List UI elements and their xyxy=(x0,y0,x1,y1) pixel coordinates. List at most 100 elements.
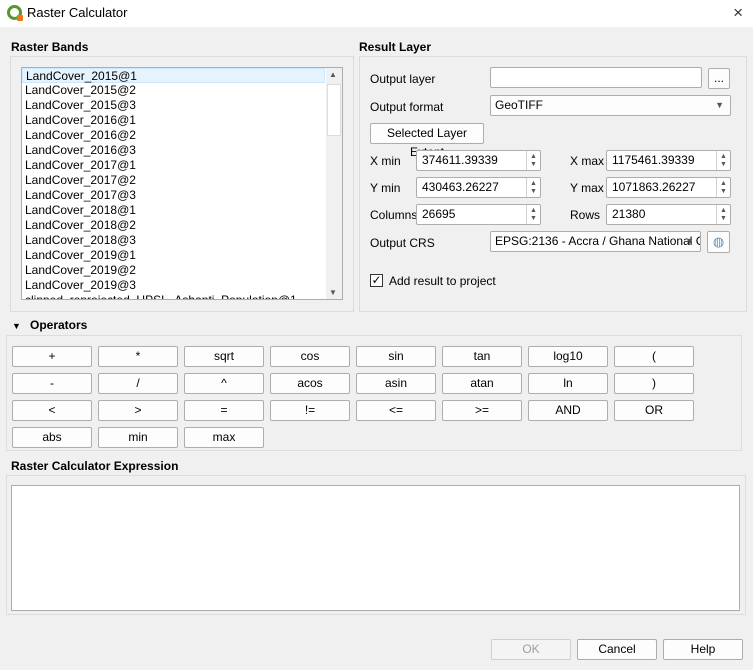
operator-button[interactable]: OR xyxy=(614,400,694,421)
crs-selector-globe-icon[interactable]: ◍ xyxy=(707,231,730,253)
operators-heading: Operators xyxy=(30,318,88,332)
band-list-item[interactable]: LandCover_2015@2 xyxy=(22,83,342,98)
band-list-item[interactable]: LandCover_2015@3 xyxy=(22,98,342,113)
operator-button[interactable]: ln xyxy=(528,373,608,394)
operator-button[interactable]: acos xyxy=(270,373,350,394)
selected-layer-extent-button[interactable]: Selected Layer Extent xyxy=(370,123,484,159)
list-scrollbar[interactable]: ▲ ▼ xyxy=(326,68,342,299)
columns-spinbox[interactable]: 26695 ▲ ▼ xyxy=(416,204,541,225)
spin-arrows-icon[interactable]: ▲ ▼ xyxy=(526,178,540,197)
ymin-label: Y min xyxy=(370,181,401,195)
rows-spinbox[interactable]: 21380 ▲ ▼ xyxy=(606,204,731,225)
xmax-label: X max xyxy=(570,154,605,168)
add-result-label: Add result to project xyxy=(389,274,496,288)
add-result-checkbox[interactable]: ✓ xyxy=(370,274,383,287)
operator-button[interactable]: != xyxy=(270,400,350,421)
band-list-item[interactable]: LandCover_2018@1 xyxy=(22,203,342,218)
output-format-select[interactable]: GeoTIFF ▼ xyxy=(490,95,731,116)
xmin-label: X min xyxy=(370,154,401,168)
close-icon[interactable]: × xyxy=(733,3,743,23)
columns-label: Columns xyxy=(370,208,418,222)
xmin-spinbox[interactable]: 374611.39339 ▲ ▼ xyxy=(416,150,541,171)
operator-button[interactable]: <= xyxy=(356,400,436,421)
ymax-label: Y max xyxy=(570,181,604,195)
operator-button[interactable]: / xyxy=(98,373,178,394)
operator-button[interactable]: < xyxy=(12,400,92,421)
operator-button[interactable]: log10 xyxy=(528,346,608,367)
band-list-item[interactable]: LandCover_2017@1 xyxy=(22,158,342,173)
band-list-item[interactable]: LandCover_2015@1 xyxy=(22,68,325,83)
help-button[interactable]: Help xyxy=(663,639,743,660)
output-crs-select[interactable]: EPSG:2136 - Accra / Ghana National Gr ▼ xyxy=(490,231,701,252)
operator-button[interactable]: > xyxy=(98,400,178,421)
operator-button[interactable]: sqrt xyxy=(184,346,264,367)
operator-button[interactable]: sin xyxy=(356,346,436,367)
expression-heading: Raster Calculator Expression xyxy=(11,459,179,473)
qgis-logo-icon xyxy=(7,5,23,21)
result-layer-heading: Result Layer xyxy=(359,40,432,54)
band-list-item[interactable]: LandCover_2018@3 xyxy=(22,233,342,248)
chevron-down-icon: ▼ xyxy=(685,236,694,246)
spin-arrows-icon[interactable]: ▲ ▼ xyxy=(716,151,730,170)
ymax-value: 1071863.26227 xyxy=(612,180,696,194)
columns-value: 26695 xyxy=(422,207,456,221)
operator-button[interactable]: = xyxy=(184,400,264,421)
scroll-thumb[interactable] xyxy=(327,84,341,136)
operator-button[interactable]: tan xyxy=(442,346,522,367)
output-layer-input[interactable] xyxy=(490,67,702,88)
title-bar: Raster Calculator × xyxy=(0,0,753,27)
output-crs-label: Output CRS xyxy=(370,236,435,250)
band-list-item[interactable]: LandCover_2017@2 xyxy=(22,173,342,188)
band-list-item[interactable]: LandCover_2016@3 xyxy=(22,143,342,158)
spin-arrows-icon[interactable]: ▲ ▼ xyxy=(716,205,730,224)
operator-button[interactable]: min xyxy=(98,427,178,448)
operator-button[interactable]: + xyxy=(12,346,92,367)
operator-button[interactable]: - xyxy=(12,373,92,394)
operator-button[interactable]: ( xyxy=(614,346,694,367)
output-format-value: GeoTIFF xyxy=(495,98,544,112)
operator-button[interactable]: >= xyxy=(442,400,522,421)
chevron-down-icon: ▼ xyxy=(715,100,724,110)
output-format-label: Output format xyxy=(370,100,444,114)
operator-button[interactable]: ) xyxy=(614,373,694,394)
operator-button[interactable]: asin xyxy=(356,373,436,394)
browse-button[interactable]: ... xyxy=(708,68,730,89)
spin-arrows-icon[interactable]: ▲ ▼ xyxy=(716,178,730,197)
output-layer-label: Output layer xyxy=(370,72,436,86)
spin-arrows-icon[interactable]: ▲ ▼ xyxy=(526,151,540,170)
cancel-button[interactable]: Cancel xyxy=(577,639,657,660)
operator-button[interactable]: * xyxy=(98,346,178,367)
band-list-item[interactable]: clipped_reprojected_UPSL_Ashanti_Populat… xyxy=(22,293,342,299)
band-list-item[interactable]: LandCover_2016@1 xyxy=(22,113,342,128)
expression-textarea[interactable] xyxy=(11,485,740,611)
band-list-item[interactable]: LandCover_2018@2 xyxy=(22,218,342,233)
raster-bands-list[interactable]: LandCover_2015@1 LandCover_2015@2 LandCove… xyxy=(21,67,343,300)
raster-bands-heading: Raster Bands xyxy=(11,40,89,54)
ymax-spinbox[interactable]: 1071863.26227 ▲ ▼ xyxy=(606,177,731,198)
collapse-arrow-icon[interactable]: ▼ xyxy=(12,321,21,331)
ymin-spinbox[interactable]: 430463.26227 ▲ ▼ xyxy=(416,177,541,198)
xmax-spinbox[interactable]: 1175461.39339 ▲ ▼ xyxy=(606,150,731,171)
xmax-value: 1175461.39339 xyxy=(612,153,695,167)
operator-button[interactable]: atan xyxy=(442,373,522,394)
ymin-value: 430463.26227 xyxy=(422,180,499,194)
ok-button[interactable]: OK xyxy=(491,639,571,660)
xmin-value: 374611.39339 xyxy=(422,153,498,167)
rows-label: Rows xyxy=(570,208,601,222)
scroll-down-icon[interactable]: ▼ xyxy=(329,288,337,297)
output-crs-value: EPSG:2136 - Accra / Ghana National Gr xyxy=(495,234,701,248)
operator-button[interactable]: AND xyxy=(528,400,608,421)
band-list-item[interactable]: LandCover_2019@1 xyxy=(22,248,342,263)
operator-button[interactable]: cos xyxy=(270,346,350,367)
band-list-item[interactable]: LandCover_2017@3 xyxy=(22,188,342,203)
band-list-item[interactable]: LandCover_2019@3 xyxy=(22,278,342,293)
operator-button[interactable]: max xyxy=(184,427,264,448)
scroll-up-icon[interactable]: ▲ xyxy=(329,70,337,79)
band-list-item[interactable]: LandCover_2019@2 xyxy=(22,263,342,278)
window-title: Raster Calculator xyxy=(27,5,128,20)
spin-arrows-icon[interactable]: ▲ ▼ xyxy=(526,205,540,224)
band-list-item[interactable]: LandCover_2016@2 xyxy=(22,128,342,143)
operator-button[interactable]: abs xyxy=(12,427,92,448)
operator-button[interactable]: ^ xyxy=(184,373,264,394)
rows-value: 21380 xyxy=(612,207,646,221)
